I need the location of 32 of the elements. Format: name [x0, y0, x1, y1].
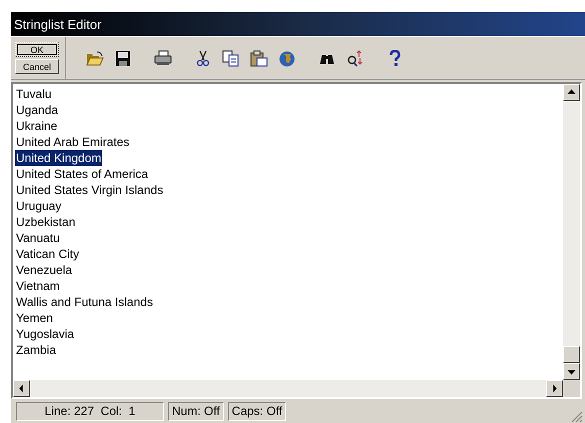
text-line: United Arab Emirates [15, 134, 130, 150]
status-field: Line: 227 Col: 1 [16, 402, 164, 420]
text-line: Venezuela [15, 262, 74, 278]
replace-icon[interactable] [346, 50, 364, 66]
text-line: Tuvalu [15, 86, 53, 102]
open-folder-icon[interactable] [86, 50, 104, 66]
text-line: Vanuatu [15, 230, 61, 246]
text-line: Uzbekistan [15, 214, 76, 230]
globe-icon[interactable] [278, 50, 296, 66]
text-line: Ukraine [15, 118, 58, 134]
text-line: Vatican City [15, 246, 80, 262]
ok-button[interactable]: OK [15, 42, 59, 57]
text-line: Uruguay [15, 198, 62, 214]
text-line: United States of America [15, 166, 150, 182]
clipboard-icon[interactable] [250, 50, 268, 66]
text-line: Vietnam [15, 278, 61, 294]
scissors-icon[interactable] [194, 50, 212, 66]
text-line: United States Virgin Islands [15, 182, 164, 198]
printer-icon[interactable] [154, 50, 172, 66]
status-field: Caps: Off [228, 402, 286, 420]
scroll-thumb[interactable] [563, 346, 580, 363]
status-field: Num: Off [168, 402, 224, 420]
text-line: Wallis and Futuna Islands [15, 294, 154, 310]
text-line: Yemen [15, 310, 54, 326]
resize-grip-icon[interactable] [571, 411, 583, 423]
copy-icon[interactable] [222, 50, 240, 66]
text-line: Uganda [15, 102, 60, 118]
window-title: Stringlist Editor [11, 12, 585, 36]
text-line: Yugoslavia [15, 326, 76, 342]
scrollbar-corner [563, 380, 580, 397]
text-line: Zambia [15, 342, 58, 358]
cancel-button[interactable]: Cancel [15, 59, 59, 74]
